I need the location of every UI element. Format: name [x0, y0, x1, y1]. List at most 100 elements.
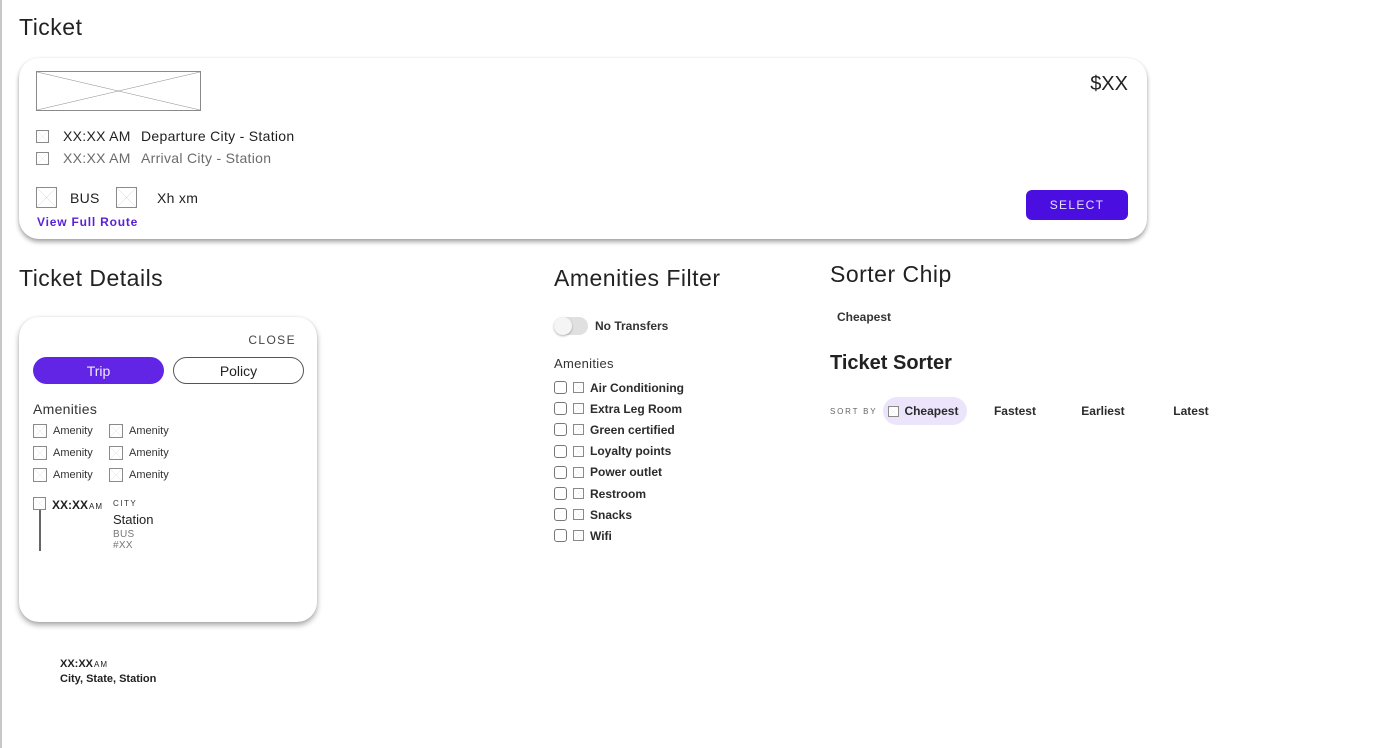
stop-summary-meridiem: AM — [94, 660, 109, 669]
departure-row: XX:XX AM Departure City - Station — [36, 128, 294, 144]
bus-icon — [36, 187, 57, 208]
snacks-icon — [573, 509, 584, 521]
filter-item-label: Extra Leg Room — [590, 401, 683, 416]
tab-policy[interactable]: Policy — [173, 357, 304, 384]
view-full-route-link[interactable]: View Full Route — [37, 215, 138, 229]
stop-icon — [33, 497, 46, 510]
filter-item-loyalty-points[interactable]: Loyalty points — [554, 441, 684, 462]
stop-time-value: XX:XX — [52, 498, 89, 512]
arrival-time: XX:XX AM — [63, 150, 131, 166]
trip-meta-row: BUS Xh xm — [36, 187, 198, 208]
amenity-icon — [109, 424, 123, 438]
filter-item-label: Loyalty points — [590, 444, 672, 459]
ticket-sorter: SORT BY Cheapest Fastest Earliest Latest — [830, 397, 1238, 425]
loyalty-icon — [573, 445, 584, 457]
sorter-chip-cheapest[interactable]: Cheapest — [837, 310, 891, 324]
arrival-icon — [36, 151, 49, 165]
section-title-ticket-sorter: Ticket Sorter — [830, 352, 952, 374]
sort-option-label: Latest — [1173, 404, 1209, 418]
filter-item-wifi[interactable]: Wifi — [554, 525, 684, 546]
amenities-heading: Amenities — [33, 401, 98, 417]
amenity-icon — [33, 468, 47, 482]
checkbox[interactable] — [554, 423, 567, 437]
sort-option-fastest[interactable]: Fastest — [967, 397, 1062, 425]
filter-item-air-conditioning[interactable]: Air Conditioning — [554, 377, 684, 398]
leg-room-icon — [573, 403, 584, 415]
section-title-amenities-filter: Amenities Filter — [554, 265, 721, 291]
stop-summary: XX:XXAM City, State, Station — [60, 658, 156, 685]
checkbox[interactable] — [554, 381, 567, 395]
amenity-label: Amenity — [53, 447, 93, 459]
carrier-logo-placeholder-icon — [36, 71, 201, 111]
sort-option-label: Fastest — [993, 404, 1036, 418]
stop-station: Station — [113, 512, 154, 527]
filter-item-label: Power outlet — [590, 465, 663, 480]
sort-option-cheapest[interactable]: Cheapest — [883, 397, 968, 425]
filter-item-extra-leg-room[interactable]: Extra Leg Room — [554, 398, 684, 419]
clock-icon — [116, 187, 137, 208]
checkbox[interactable] — [554, 508, 567, 522]
amenity-item: Amenity — [109, 424, 189, 438]
no-transfers-label: No Transfers — [595, 319, 669, 333]
amenity-label: Amenity — [53, 469, 93, 481]
arrival-row: XX:XX AM Arrival City - Station — [36, 150, 271, 166]
amenity-item: Amenity — [109, 446, 189, 460]
filter-item-restroom[interactable]: Restroom — [554, 483, 684, 504]
close-button[interactable]: CLOSE — [248, 333, 296, 347]
stop-time: XX:XXAM — [52, 498, 103, 512]
checkbox[interactable] — [554, 487, 567, 501]
checkbox[interactable] — [554, 529, 567, 543]
amenity-label: Amenity — [129, 425, 169, 437]
page-left-border — [0, 0, 2, 748]
stop-time-meridiem: AM — [89, 502, 104, 511]
air-conditioning-icon — [573, 382, 584, 394]
amenity-label: Amenity — [53, 425, 93, 437]
sort-option-earliest[interactable]: Earliest — [1062, 397, 1143, 425]
sort-option-latest[interactable]: Latest — [1143, 397, 1238, 425]
stop-summary-address: City, State, Station — [60, 673, 157, 685]
amenities-filter-list: Air Conditioning Extra Leg Room Green ce… — [554, 377, 684, 547]
amenity-item: Amenity — [33, 446, 109, 460]
filter-item-label: Snacks — [590, 507, 633, 522]
selected-check-icon — [888, 405, 900, 417]
no-transfers-toggle-row: No Transfers — [554, 317, 668, 335]
section-title-sorter-chip: Sorter Chip — [830, 261, 952, 287]
stop-summary-time-value: XX:XX — [60, 658, 94, 670]
section-title-ticket: Ticket — [19, 14, 83, 40]
amenity-icon — [33, 424, 47, 438]
amenity-icon — [33, 446, 47, 460]
no-transfers-toggle[interactable] — [554, 317, 588, 335]
section-title-ticket-details: Ticket Details — [19, 265, 164, 291]
amenity-label: Amenity — [129, 447, 169, 459]
checkbox[interactable] — [554, 465, 567, 479]
arrival-place: Arrival City - Station — [141, 150, 272, 166]
departure-icon — [36, 129, 49, 143]
ticket-card[interactable]: XX:XX AM Departure City - Station XX:XX … — [19, 58, 1147, 239]
checkbox[interactable] — [554, 402, 567, 416]
amenity-icon — [109, 446, 123, 460]
filter-item-snacks[interactable]: Snacks — [554, 504, 684, 525]
toggle-knob — [554, 317, 572, 335]
power-outlet-icon — [573, 466, 584, 478]
transport-mode: BUS — [70, 189, 100, 206]
wifi-icon — [573, 530, 584, 542]
leaf-icon — [573, 424, 584, 436]
restroom-icon — [573, 488, 584, 500]
ticket-details-card: CLOSE Trip Policy Amenities Amenity Amen… — [19, 317, 317, 622]
stop-bus-number: BUS #XX — [113, 529, 135, 551]
amenities-filter-heading: Amenities — [554, 356, 614, 371]
route-line — [39, 510, 41, 551]
filter-item-label: Air Conditioning — [590, 380, 684, 395]
stop-summary-time: XX:XXAM — [60, 658, 156, 670]
amenity-item: Amenity — [33, 468, 109, 482]
sort-by-label: SORT BY — [830, 406, 878, 416]
filter-item-green-certified[interactable]: Green certified — [554, 419, 684, 440]
select-button[interactable]: SELECT — [1026, 190, 1128, 220]
tab-trip[interactable]: Trip — [33, 357, 164, 384]
filter-item-power-outlet[interactable]: Power outlet — [554, 462, 684, 483]
departure-place: Departure City - Station — [141, 128, 295, 144]
ticket-price: $XX — [1090, 73, 1128, 95]
departure-time: XX:XX AM — [63, 128, 131, 144]
stop-city: CITY — [113, 499, 138, 508]
checkbox[interactable] — [554, 444, 567, 458]
